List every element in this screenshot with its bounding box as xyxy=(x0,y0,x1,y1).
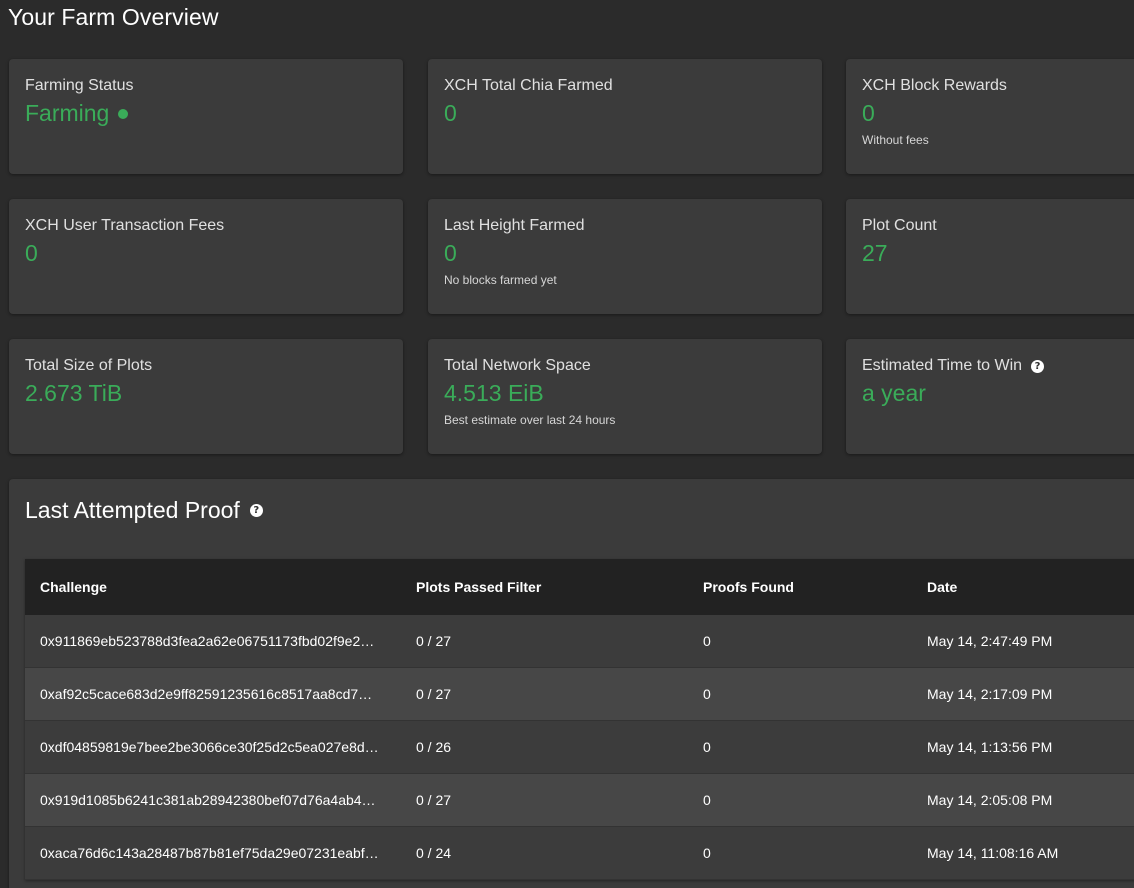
card-total-network-space: Total Network Space 4.513 EiB Best estim… xyxy=(428,339,822,454)
card-value: 0 xyxy=(25,240,38,266)
card-value: 4.513 EiB xyxy=(444,380,544,406)
proofs-cell: 0 xyxy=(703,686,711,702)
table-row: 0x919d1085b6241c381ab28942380bef07d76a4a… xyxy=(25,774,1134,827)
card-total-size-of-plots: Total Size of Plots 2.673 TiB xyxy=(9,339,403,454)
card-label: Total Size of Plots xyxy=(25,357,153,374)
card-user-transaction-fees: XCH User Transaction Fees 0 xyxy=(9,199,403,314)
challenge-cell: 0xaca76d6c143a28487b87b81ef75da29e07231e… xyxy=(40,845,379,861)
date-cell: May 14, 2:47:49 PM xyxy=(927,633,1053,649)
challenge-cell: 0x911869eb523788d3fea2a62e06751173fbd02f… xyxy=(40,633,375,649)
card-label: Total Network Space xyxy=(444,357,591,374)
column-header-challenge: Challenge xyxy=(40,579,107,595)
card-value: a year xyxy=(862,380,926,406)
card-value: 0 xyxy=(862,100,875,126)
plots-cell: 0 / 24 xyxy=(416,845,452,861)
table-row: 0x911869eb523788d3fea2a62e06751173fbd02f… xyxy=(25,615,1134,668)
card-value: 2.673 TiB xyxy=(25,380,123,406)
card-value-container: Farming xyxy=(25,100,129,127)
date-cell: May 14, 1:13:56 PM xyxy=(927,739,1053,755)
card-label: Last Height Farmed xyxy=(444,217,585,234)
proof-title-container: Last Attempted Proof ? xyxy=(25,497,263,524)
challenge-cell: 0xaf92c5cace683d2e9ff82591235616c8517aa8… xyxy=(40,686,373,702)
card-plot-count: Plot Count 27 xyxy=(846,199,1134,314)
page-title: Your Farm Overview xyxy=(8,4,219,30)
card-value: 0 xyxy=(444,240,457,266)
date-cell: May 14, 2:05:08 PM xyxy=(927,792,1053,808)
card-label: XCH User Transaction Fees xyxy=(25,217,225,234)
column-header-plots-passed-filter: Plots Passed Filter xyxy=(416,579,542,595)
farm-overview-page: Your Farm Overview Farming Status Farmin… xyxy=(0,0,1134,888)
challenge-cell: 0xdf04859819e7bee2be3066ce30f25d2c5ea027… xyxy=(40,739,379,755)
proofs-cell: 0 xyxy=(703,739,711,755)
card-label: XCH Block Rewards xyxy=(862,77,1007,94)
table-header: Challenge Plots Passed Filter Proofs Fou… xyxy=(25,559,1134,615)
card-value: 0 xyxy=(444,100,457,126)
card-note: Best estimate over last 24 hours xyxy=(444,413,616,427)
card-note: Without fees xyxy=(862,133,929,147)
plots-cell: 0 / 27 xyxy=(416,686,452,702)
card-label: Farming Status xyxy=(25,77,134,94)
card-label: Plot Count xyxy=(862,217,937,234)
table-row: 0xdf04859819e7bee2be3066ce30f25d2c5ea027… xyxy=(25,721,1134,774)
card-label: XCH Total Chia Farmed xyxy=(444,77,613,94)
proofs-cell: 0 xyxy=(703,792,711,808)
card-block-rewards: XCH Block Rewards 0 Without fees xyxy=(846,59,1134,174)
column-header-proofs-found: Proofs Found xyxy=(703,579,794,595)
card-note: No blocks farmed yet xyxy=(444,273,557,287)
card-label: Estimated Time to Win xyxy=(862,357,1023,374)
proof-table: Challenge Plots Passed Filter Proofs Fou… xyxy=(25,559,1134,880)
plots-cell: 0 / 26 xyxy=(416,739,452,755)
card-last-height-farmed: Last Height Farmed 0 No blocks farmed ye… xyxy=(428,199,822,314)
help-circle-icon[interactable]: ? xyxy=(249,504,263,517)
card-value: 27 xyxy=(862,240,888,266)
card-value: Farming xyxy=(25,100,110,126)
date-cell: May 14, 2:17:09 PM xyxy=(927,686,1053,702)
plots-cell: 0 / 27 xyxy=(416,792,452,808)
card-farming-status: Farming Status Farming xyxy=(9,59,403,174)
proofs-cell: 0 xyxy=(703,845,711,861)
proof-title: Last Attempted Proof xyxy=(25,497,240,523)
card-total-chia-farmed: XCH Total Chia Farmed 0 xyxy=(428,59,822,174)
card-estimated-time-to-win: Estimated Time to Win ? a year xyxy=(846,339,1134,454)
date-cell: May 14, 11:08:16 AM xyxy=(927,845,1059,861)
last-attempted-proof-panel: Last Attempted Proof ? Challenge Plots P… xyxy=(9,479,1134,888)
proofs-cell: 0 xyxy=(703,633,711,649)
card-label-container: Estimated Time to Win ? xyxy=(862,357,1045,375)
plots-cell: 0 / 27 xyxy=(416,633,452,649)
help-circle-icon[interactable]: ? xyxy=(1031,359,1045,373)
status-dot-icon xyxy=(118,108,129,119)
table-row: 0xaf92c5cace683d2e9ff82591235616c8517aa8… xyxy=(25,668,1134,721)
column-header-date: Date xyxy=(927,579,958,595)
challenge-cell: 0x919d1085b6241c381ab28942380bef07d76a4a… xyxy=(40,792,376,808)
table-row: 0xaca76d6c143a28487b87b81ef75da29e07231e… xyxy=(25,827,1134,880)
